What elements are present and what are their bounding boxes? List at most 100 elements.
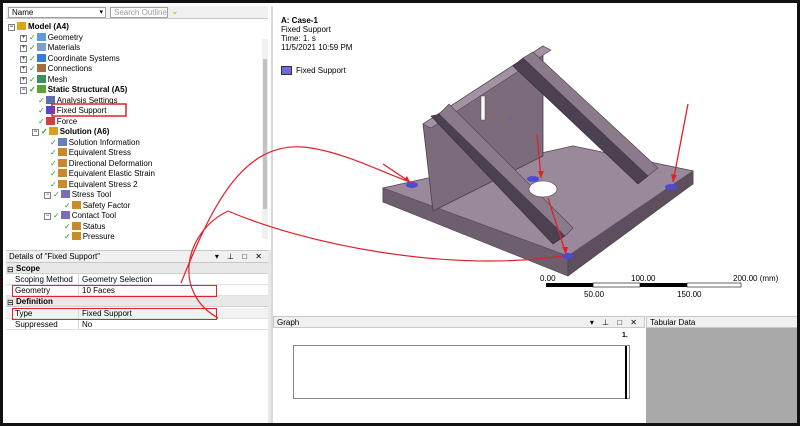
- res-icon: [57, 158, 67, 167]
- status-check-icon: ✓: [50, 137, 57, 147]
- status-check-icon: ✓: [53, 190, 60, 199]
- res-icon: [71, 221, 81, 230]
- chevron-down-icon: ▾: [99, 9, 103, 16]
- expand-icon[interactable]: +: [20, 55, 27, 63]
- tree-item[interactable]: ✓ Equivalent Elastic Strain: [50, 168, 155, 179]
- tool-icon: [60, 211, 70, 219]
- collapse-icon[interactable]: −: [8, 24, 15, 31]
- row-suppressed[interactable]: Suppressed No: [6, 319, 268, 330]
- group-definition[interactable]: ⊟ Definition: [6, 296, 268, 307]
- tree-item[interactable]: ✓ Force: [38, 116, 77, 127]
- tree-item[interactable]: + ✓ Materials: [20, 42, 80, 53]
- search-outline-input[interactable]: Search Outline: [110, 7, 168, 18]
- tree-scrollbar[interactable]: [262, 39, 268, 239]
- tree-item-label: Pressure: [82, 232, 115, 241]
- group-scope-label: Scope: [16, 264, 41, 273]
- tree-item[interactable]: ✓ Status: [64, 221, 105, 232]
- tree-item[interactable]: + ✓ Geometry: [20, 32, 83, 43]
- tree-item-label: Static Structural (A5): [47, 85, 128, 94]
- center-hole: [528, 180, 558, 198]
- tree-item[interactable]: ✓ Equivalent Stress: [50, 147, 131, 158]
- tree-item[interactable]: ✓ Analysis Settings: [38, 95, 118, 106]
- tabular-data-panel[interactable]: [646, 328, 797, 423]
- res-icon: [71, 200, 81, 209]
- res-icon: [57, 179, 67, 188]
- mesh-icon: [36, 74, 46, 83]
- origin-marker: +: [508, 113, 513, 123]
- tree-item-label: Equivalent Stress 2: [68, 179, 138, 189]
- row-value[interactable]: No: [82, 319, 92, 330]
- row-value[interactable]: Geometry Selection: [82, 274, 152, 285]
- tree-item[interactable]: ✓ Safety Factor: [64, 200, 130, 211]
- sol-icon: [48, 127, 58, 135]
- name-filter-label: Name: [12, 8, 34, 17]
- support-face-center: [527, 176, 539, 182]
- outline-tree: − Model (A4) + ✓ Geometry + ✓ Materials + ✓ Coordi…: [6, 19, 268, 247]
- status-check-icon: ✓: [29, 43, 36, 52]
- tool-icon: [60, 190, 70, 198]
- arrowhead-left: [404, 176, 410, 182]
- scale-seg: [546, 283, 593, 287]
- filter-icon[interactable]: ⌄: [171, 6, 183, 18]
- tree-item[interactable]: ✓ Pressure: [64, 231, 115, 242]
- status-check-icon: ✓: [38, 106, 45, 115]
- expand-icon[interactable]: +: [20, 66, 27, 73]
- tree-item[interactable]: + ✓ Connections: [20, 63, 92, 74]
- geom-icon: [36, 32, 46, 41]
- tree-item-label: Model (A4): [28, 22, 69, 31]
- tree-item[interactable]: − ✓ Static Structural (A5): [20, 84, 127, 95]
- expand-icon[interactable]: +: [20, 76, 27, 84]
- status-check-icon: ✓: [64, 232, 71, 241]
- tree-item[interactable]: + ✓ Mesh: [20, 74, 67, 85]
- row-key: Suppressed: [15, 319, 79, 330]
- graph-window-controls[interactable]: ▾ ⊥ □ ✕: [590, 317, 640, 328]
- status-check-icon: ✓: [50, 169, 57, 178]
- tree-item[interactable]: ✓ Solution Information: [50, 137, 140, 148]
- tree-item[interactable]: ✓ Equivalent Stress 2: [50, 179, 138, 190]
- tree-item-label: Analysis Settings: [56, 95, 118, 105]
- tree-item-label: Equivalent Stress: [68, 148, 131, 157]
- fs-icon: [45, 106, 55, 114]
- collapse-icon[interactable]: −: [44, 213, 51, 220]
- status-check-icon: ✓: [38, 95, 45, 105]
- status-check-icon: ✓: [50, 179, 57, 189]
- graph-panel[interactable]: 1.: [273, 328, 645, 423]
- graph-plot-area[interactable]: [293, 345, 630, 399]
- tree-item-label: Status: [82, 221, 106, 231]
- support-face-right: [665, 184, 677, 190]
- tree-item[interactable]: − ✓ Stress Tool: [44, 189, 111, 200]
- status-check-icon: ✓: [64, 221, 71, 231]
- collapse-icon[interactable]: −: [32, 129, 39, 136]
- tree-item[interactable]: ✓ Fixed Support: [38, 105, 107, 116]
- tree-item-label: Equivalent Elastic Strain: [68, 169, 155, 178]
- tree-item[interactable]: + ✓ Coordinate Systems: [20, 53, 120, 64]
- tree-item[interactable]: − ✓ Contact Tool: [44, 210, 116, 221]
- scale-seg: [592, 282, 641, 288]
- tree-item-label: Connections: [47, 64, 93, 73]
- tree-scroll-thumb[interactable]: [263, 59, 267, 209]
- back-wall-slot: [480, 95, 486, 121]
- tree-item-label: Contact Tool: [71, 211, 117, 220]
- name-filter-select[interactable]: Name ▾: [8, 7, 106, 18]
- details-header: Details of "Fixed Support" ▾ ⊥ □ ✕: [6, 250, 268, 263]
- expand-icon[interactable]: +: [20, 45, 27, 52]
- collapse-icon[interactable]: ⊟: [7, 297, 14, 308]
- tree-item[interactable]: ✓ Directional Deformation: [50, 158, 152, 169]
- status-check-icon: ✓: [53, 211, 60, 220]
- collapse-icon[interactable]: −: [44, 192, 51, 199]
- graphics-viewport[interactable]: A: Case-1 Fixed Support Time: 1. s 11/5/…: [273, 6, 797, 315]
- tree-item-label: Force: [56, 116, 78, 126]
- details-title: Details of "Fixed Support": [9, 252, 101, 261]
- model-view: +: [381, 45, 695, 277]
- tree-item-label: Fixed Support: [56, 106, 107, 115]
- tree-item[interactable]: − Model (A4): [8, 21, 69, 32]
- tree-item[interactable]: − ✓ Solution (A6): [32, 126, 109, 137]
- group-scope[interactable]: ⊟ Scope: [6, 263, 268, 274]
- collapse-icon[interactable]: −: [20, 87, 27, 94]
- status-check-icon: ✓: [41, 127, 48, 136]
- status-check-icon: ✓: [50, 158, 57, 168]
- row-scoping-method[interactable]: Scoping Method Geometry Selection: [6, 274, 268, 285]
- support-face-left: [406, 182, 418, 188]
- expand-icon[interactable]: +: [20, 34, 27, 42]
- details-window-controls[interactable]: ▾ ⊥ □ ✕: [215, 251, 265, 263]
